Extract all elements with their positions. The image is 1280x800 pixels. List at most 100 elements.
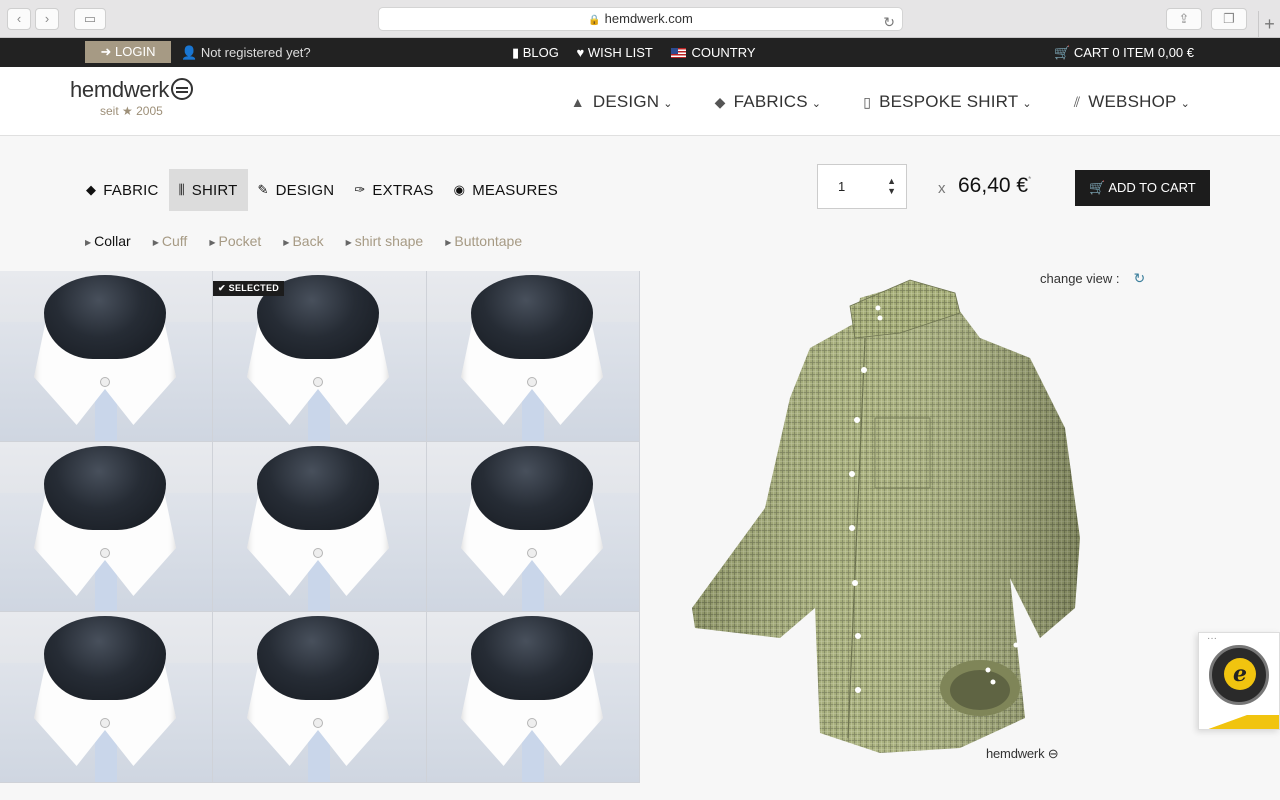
- more-icon[interactable]: ···: [1207, 633, 1217, 644]
- tape-icon: ◉: [453, 182, 466, 197]
- trusted-shops-badge[interactable]: ··· e: [1198, 632, 1280, 730]
- heart-icon: ♥: [576, 45, 588, 60]
- mannequin-head: [471, 446, 593, 530]
- tabs-icon[interactable]: ❐: [1211, 8, 1247, 30]
- reload-icon[interactable]: ↻: [883, 11, 895, 33]
- shirt-preview[interactable]: [680, 278, 1100, 768]
- quantity-value: 1: [838, 179, 846, 194]
- collar-option[interactable]: [213, 271, 427, 442]
- collar-button: [527, 377, 537, 387]
- main-nav: ▲ DESIGN ⌄ ◆ FABRICS ⌄ ▯ BESPOKE SHIRT ⌄ ⫽ WEBS…: [571, 67, 1190, 136]
- add-to-cart-label: ADD TO CART: [1108, 180, 1196, 195]
- collar-option[interactable]: [427, 612, 640, 783]
- trusted-shops-seal-icon: e: [1209, 645, 1269, 705]
- collar-option[interactable]: [0, 271, 213, 442]
- tab-design-label: DESIGN: [275, 181, 335, 199]
- tab-shirt[interactable]: ⫼ SHIRT: [168, 169, 248, 211]
- collar-button: [313, 718, 323, 728]
- address-bar[interactable]: 🔒 hemdwerk.com ↻: [378, 7, 903, 31]
- tab-extras[interactable]: ✑ EXTRAS: [344, 169, 443, 211]
- design-icon: ✎: [257, 182, 269, 197]
- country-selector[interactable]: COUNTRY: [670, 45, 756, 60]
- selected-badge: ✔ SELECTED: [213, 281, 285, 296]
- caret-right-icon: ▶: [345, 238, 352, 247]
- nav-webshop[interactable]: ⫽ WEBSHOP ⌄: [1074, 92, 1190, 112]
- tab-fabric[interactable]: ◆ FABRIC: [76, 169, 169, 211]
- subtab-shirt-shape[interactable]: ▶ shirt shape: [346, 233, 424, 249]
- quantity-stepper[interactable]: 1 ▲ ▼: [817, 164, 907, 209]
- subtab-cuff[interactable]: ▶ Cuff: [153, 233, 188, 249]
- subtab-collar[interactable]: ▶ Collar: [85, 233, 131, 249]
- blog-link[interactable]: ▮ BLOG: [512, 45, 559, 60]
- caret-right-icon: ▶: [85, 238, 92, 247]
- wishlist-link[interactable]: ♥ WISH LIST: [577, 45, 653, 60]
- mannequin-head: [44, 446, 166, 530]
- new-tab-icon[interactable]: +: [1258, 11, 1280, 38]
- shirt-icon: ▲: [570, 93, 585, 110]
- subtab-label: Buttontape: [454, 233, 523, 249]
- caret-right-icon: ▶: [209, 238, 216, 247]
- nav-bespoke[interactable]: ▯ BESPOKE SHIRT ⌄: [863, 92, 1032, 112]
- logo[interactable]: hemdwerk seit ★ 2005: [70, 77, 194, 118]
- collar-option[interactable]: [213, 612, 427, 783]
- back-icon[interactable]: ‹: [7, 8, 31, 30]
- subtab-label: Cuff: [161, 233, 188, 249]
- collar-option[interactable]: [0, 612, 213, 783]
- collar-option[interactable]: [427, 442, 640, 612]
- collar-button: [313, 548, 323, 558]
- shirt-icon: ⫼: [178, 182, 185, 197]
- subtab-pocket[interactable]: ▶ Pocket: [209, 233, 261, 249]
- nav-webshop-label: WEBSHOP: [1088, 91, 1177, 111]
- sidebar-icon[interactable]: ▭: [74, 8, 106, 30]
- times-sign: x: [938, 180, 946, 197]
- top-bar: ➜ LOGIN 👤 Not registered yet? ▮ BLOG ♥ W…: [0, 38, 1280, 67]
- mannequin-head: [471, 616, 593, 700]
- register-link[interactable]: 👤 Not registered yet?: [181, 38, 311, 67]
- login-label: LOGIN: [115, 44, 156, 59]
- site-header: hemdwerk seit ★ 2005 ▲ DESIGN ⌄ ◆ FABRICS ⌄ …: [0, 67, 1280, 136]
- nav-bespoke-label: BESPOKE SHIRT: [879, 91, 1019, 111]
- tab-measures-label: MEASURES: [472, 181, 558, 199]
- subtab-buttontape[interactable]: ▶ Buttontape: [445, 233, 522, 249]
- configurator-tabs: ◆ FABRIC ⫼ SHIRT ✎ DESIGN ✑ EXTRAS ◉ MEASURES: [76, 169, 568, 211]
- tab-measures[interactable]: ◉ MEASURES: [444, 169, 568, 211]
- blog-label: BLOG: [522, 45, 559, 60]
- spinner-icon[interactable]: ▲ ▼: [887, 176, 896, 196]
- cart-icon: 🛒: [1054, 45, 1074, 60]
- collar-button: [527, 548, 537, 558]
- cart-link[interactable]: 🛒 CART 0 ITEM 0,00 €: [1054, 38, 1194, 67]
- badge-strip: [1199, 715, 1279, 729]
- chevron-down-icon: ⌄: [1022, 97, 1032, 110]
- tab-shirt-label: SHIRT: [191, 181, 238, 199]
- rotate-icon[interactable]: ↻: [1134, 270, 1146, 286]
- login-button[interactable]: ➜ LOGIN: [85, 41, 171, 63]
- user-icon: 👤: [181, 45, 201, 60]
- lock-icon: 🔒: [588, 15, 601, 26]
- collar-option[interactable]: [0, 442, 213, 612]
- tab-design[interactable]: ✎ DESIGN: [248, 169, 345, 211]
- mannequin-head: [471, 275, 593, 359]
- book-icon: ▮: [512, 45, 523, 60]
- mannequin-head: [257, 446, 379, 530]
- selected-label: SELECTED: [228, 283, 280, 293]
- chevron-down-icon: ⌄: [663, 97, 673, 110]
- us-flag-icon: [670, 48, 686, 58]
- share-icon[interactable]: ⇪: [1166, 8, 1202, 30]
- subtab-back[interactable]: ▶ Back: [283, 233, 323, 249]
- logo-text: hemdwerk: [70, 77, 170, 102]
- logo-subtitle: seit ★ 2005: [100, 104, 163, 118]
- browser-toolbar: ‹ › ▭ 🔒 hemdwerk.com ↻ ⇪ ❐ +: [0, 0, 1280, 38]
- nav-design[interactable]: ▲ DESIGN ⌄: [571, 92, 673, 112]
- forward-icon[interactable]: ›: [35, 8, 59, 30]
- tab-extras-label: EXTRAS: [372, 181, 434, 199]
- nav-fabrics-label: FABRICS: [733, 91, 808, 111]
- add-to-cart-button[interactable]: 🛒 ADD TO CART: [1075, 170, 1210, 206]
- country-label: COUNTRY: [691, 45, 756, 60]
- tab-fabric-label: FABRIC: [103, 181, 159, 199]
- collar-option[interactable]: [213, 442, 427, 612]
- collar-option[interactable]: [427, 271, 640, 442]
- nav-fabrics[interactable]: ◆ FABRICS ⌄: [715, 92, 822, 112]
- price-value: 66,40 €: [958, 174, 1029, 197]
- fabric-icon: ◆: [714, 93, 726, 110]
- fabric-icon: ◆: [86, 182, 97, 197]
